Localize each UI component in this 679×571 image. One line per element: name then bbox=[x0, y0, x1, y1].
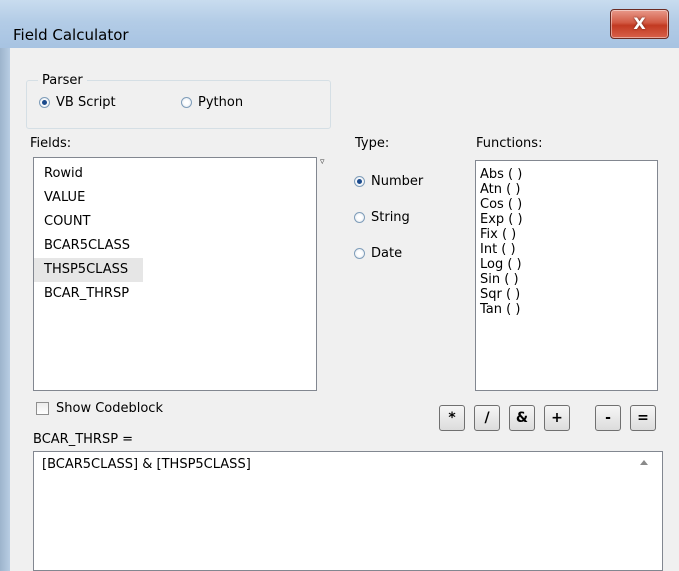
function-item[interactable]: Sin ( ) bbox=[476, 272, 657, 287]
radio-icon bbox=[354, 176, 365, 187]
plus-button[interactable]: + bbox=[544, 405, 570, 431]
show-codeblock-label: Show Codeblock bbox=[56, 401, 163, 416]
field-item[interactable]: BCAR5CLASS bbox=[34, 234, 316, 258]
functions-list[interactable]: Abs ( ) Atn ( ) Cos ( ) Exp ( ) Fix ( ) … bbox=[475, 160, 658, 391]
scroll-up-icon[interactable] bbox=[640, 460, 648, 465]
show-codeblock-checkbox[interactable] bbox=[36, 402, 49, 415]
window-title: Field Calculator bbox=[13, 26, 129, 44]
expression-target-label: BCAR_THRSP = bbox=[33, 432, 134, 447]
parser-group-label: Parser bbox=[38, 73, 87, 88]
type-string-label: String bbox=[371, 210, 410, 225]
close-icon: X bbox=[633, 14, 646, 33]
field-item[interactable]: COUNT bbox=[34, 210, 316, 234]
radio-icon bbox=[354, 212, 365, 223]
parser-vbscript-radio[interactable]: VB Script bbox=[39, 95, 116, 110]
expression-text: [BCAR5CLASS] & [THSP5CLASS] bbox=[42, 457, 251, 472]
function-item[interactable]: Int ( ) bbox=[476, 242, 657, 257]
radio-icon bbox=[181, 97, 192, 108]
function-item[interactable]: Abs ( ) bbox=[476, 167, 657, 182]
function-item[interactable]: Cos ( ) bbox=[476, 197, 657, 212]
parser-vbscript-label: VB Script bbox=[56, 95, 116, 110]
function-item[interactable]: Tan ( ) bbox=[476, 302, 657, 317]
type-number-radio[interactable]: Number bbox=[354, 174, 423, 189]
field-item-selected[interactable]: THSP5CLASS bbox=[34, 258, 143, 282]
type-date-radio[interactable]: Date bbox=[354, 246, 402, 261]
field-item[interactable]: BCAR_THRSP bbox=[34, 282, 316, 306]
sort-icon[interactable]: ▿ bbox=[320, 157, 325, 167]
function-item[interactable]: Atn ( ) bbox=[476, 182, 657, 197]
function-item[interactable]: Log ( ) bbox=[476, 257, 657, 272]
fields-label: Fields: bbox=[30, 136, 72, 151]
equals-button[interactable]: = bbox=[630, 405, 656, 431]
close-button[interactable]: X bbox=[610, 9, 669, 39]
functions-label: Functions: bbox=[476, 136, 543, 151]
minus-button[interactable]: - bbox=[595, 405, 621, 431]
type-date-label: Date bbox=[371, 246, 403, 261]
type-string-radio[interactable]: String bbox=[354, 210, 410, 225]
window-frame bbox=[0, 48, 10, 571]
parser-python-radio[interactable]: Python bbox=[181, 95, 243, 110]
expression-input[interactable]: [BCAR5CLASS] & [THSP5CLASS] bbox=[33, 451, 663, 571]
field-item[interactable]: Rowid bbox=[34, 162, 316, 186]
radio-icon bbox=[39, 97, 50, 108]
type-number-label: Number bbox=[371, 174, 424, 189]
function-item[interactable]: Exp ( ) bbox=[476, 212, 657, 227]
concat-button[interactable]: & bbox=[509, 405, 535, 431]
radio-icon bbox=[354, 248, 365, 259]
fields-list[interactable]: Rowid VALUE COUNT BCAR5CLASS THSP5CLASS … bbox=[33, 157, 317, 391]
multiply-button[interactable]: * bbox=[439, 405, 465, 431]
divide-button[interactable]: / bbox=[474, 405, 500, 431]
type-label: Type: bbox=[355, 136, 390, 151]
function-item[interactable]: Fix ( ) bbox=[476, 227, 657, 242]
parser-python-label: Python bbox=[198, 95, 244, 110]
function-item[interactable]: Sqr ( ) bbox=[476, 287, 657, 302]
field-item[interactable]: VALUE bbox=[34, 186, 316, 210]
